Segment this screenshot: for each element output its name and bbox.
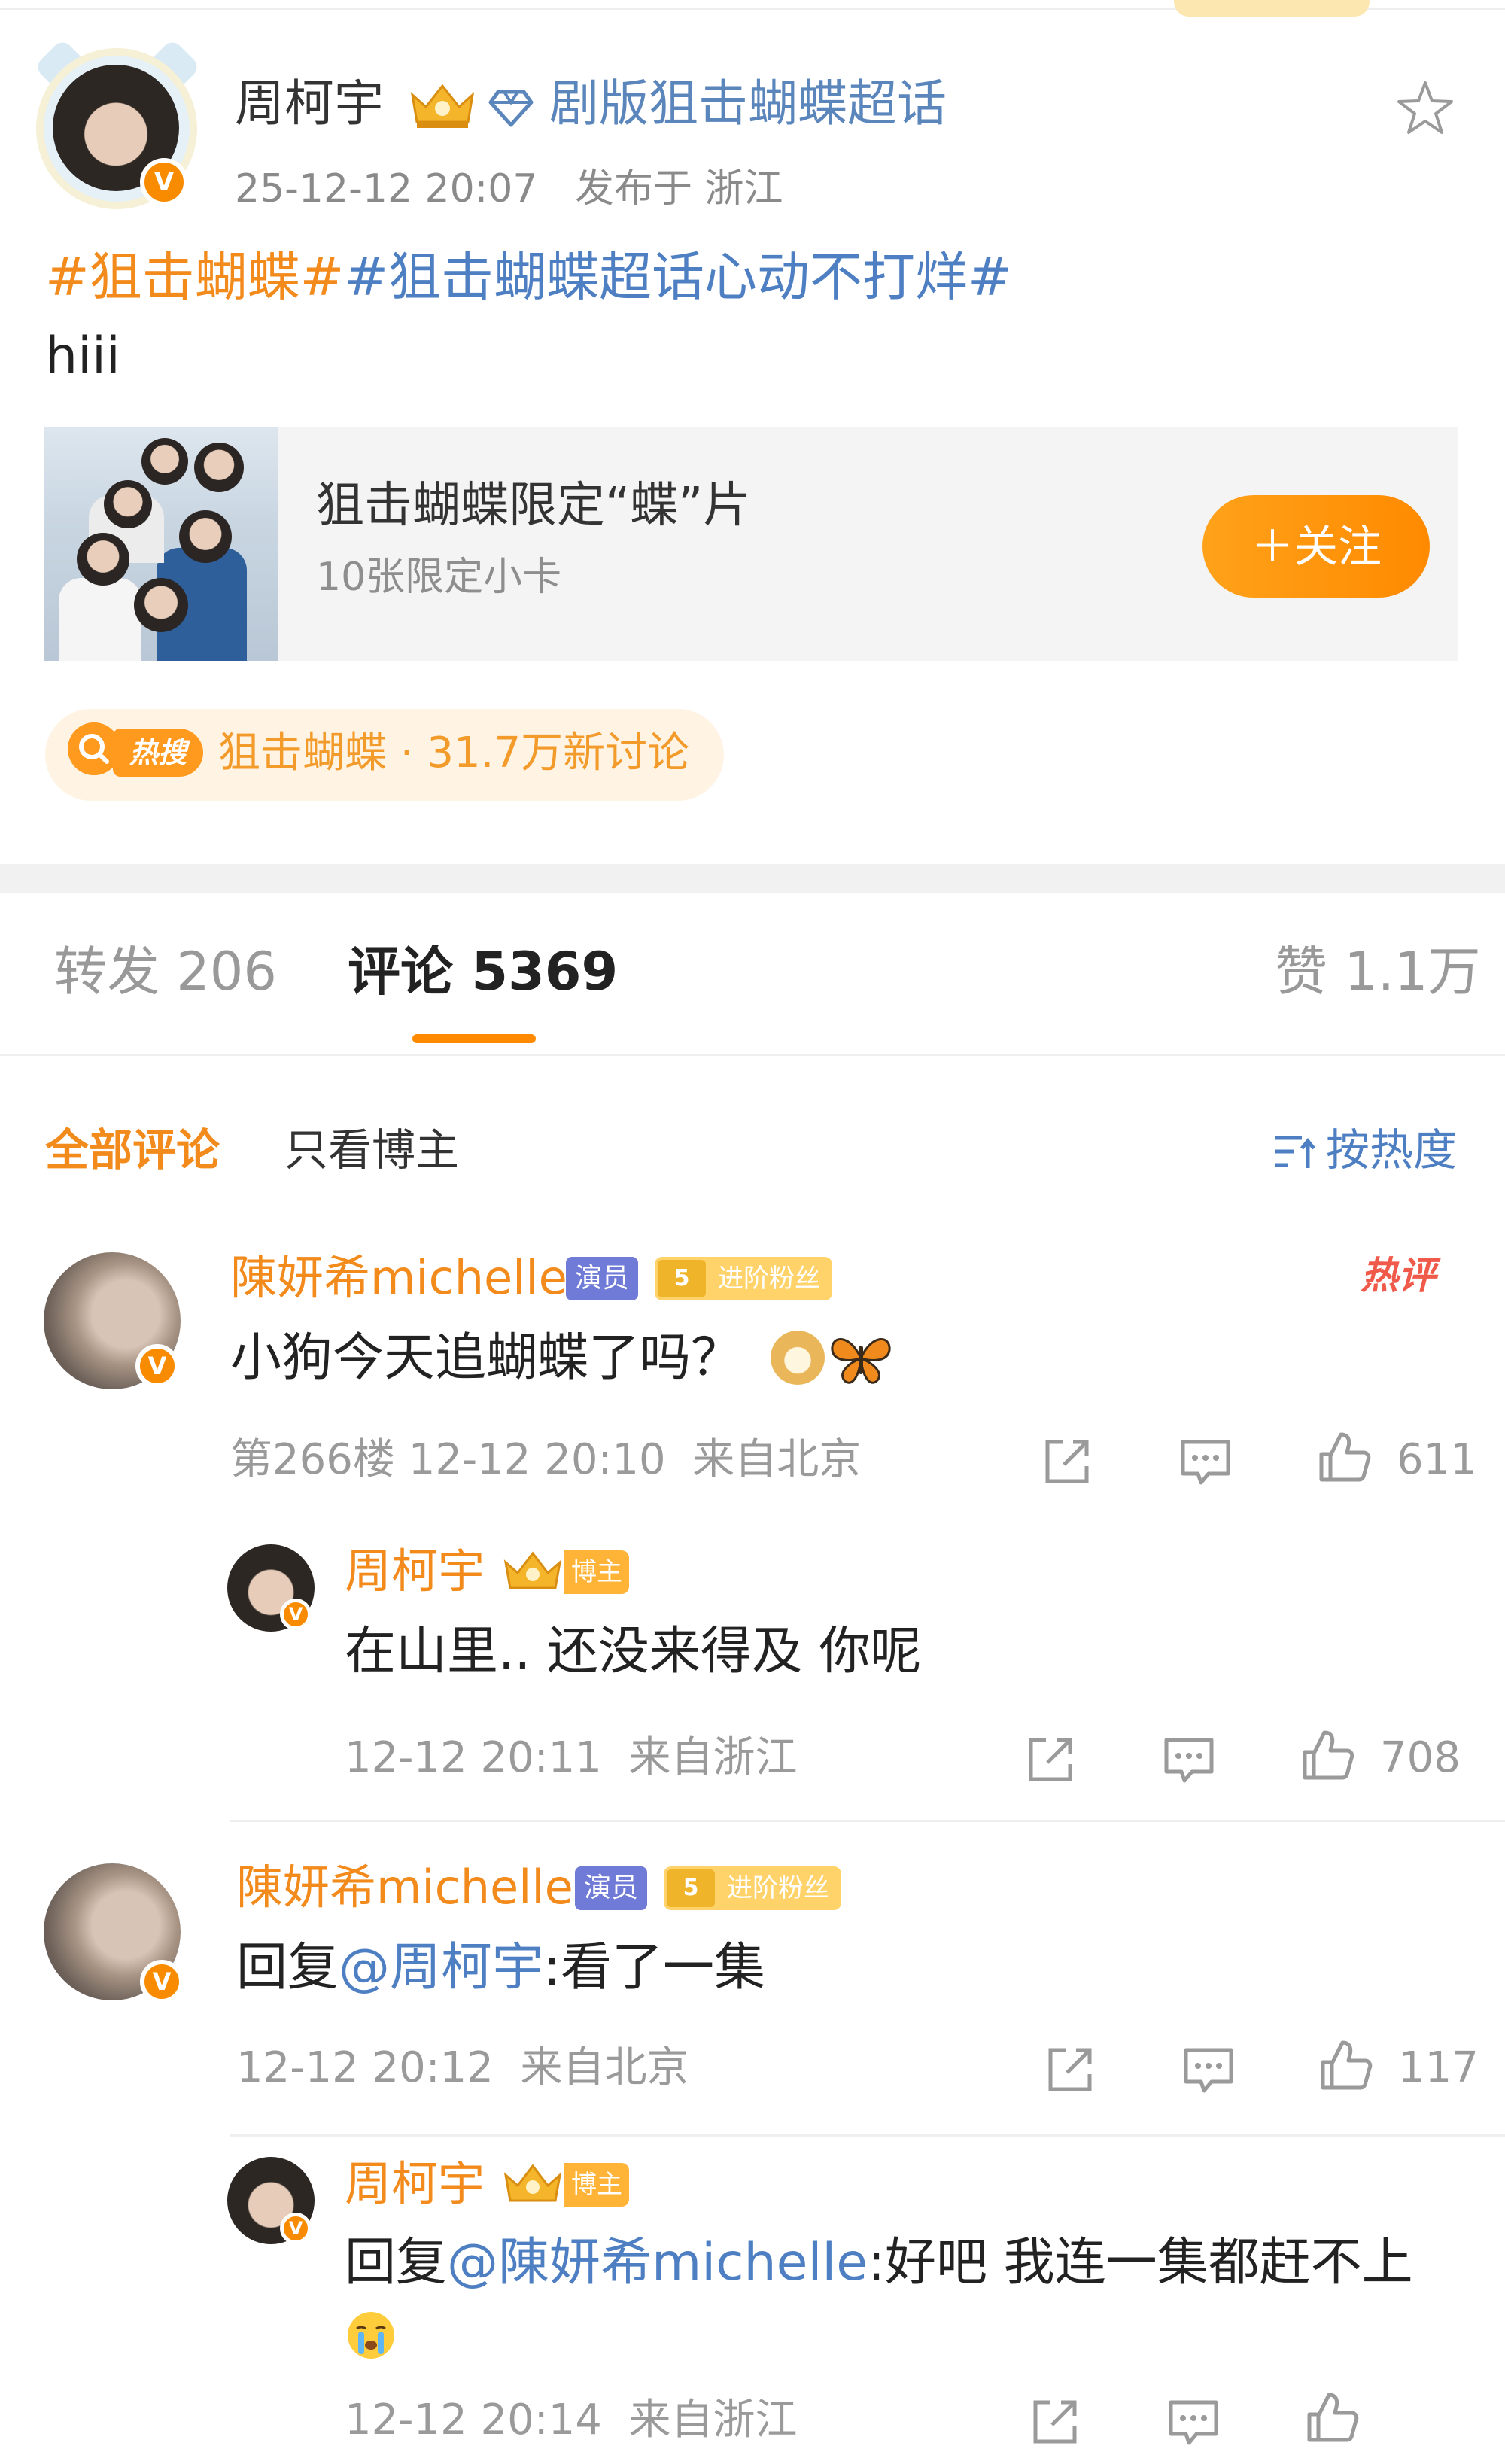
- comment-icon[interactable]: [1162, 1732, 1216, 1787]
- reply-location: 来自浙江: [628, 2396, 798, 2444]
- tab-repost[interactable]: 转发 206: [54, 938, 277, 1005]
- verified-badge: V: [140, 158, 188, 206]
- reply-meta: 12-12 20:14 来自浙江: [345, 2393, 798, 2447]
- verified-badge: V: [135, 1344, 179, 1388]
- share-icon[interactable]: [1043, 2043, 1097, 2097]
- commenter-name[interactable]: 陳妍希michelle: [236, 1857, 573, 1918]
- top-highlight: [1174, 0, 1370, 17]
- fan-level-badge: 5 进阶粉丝: [664, 1866, 841, 1910]
- share-icon[interactable]: [1023, 1732, 1078, 1787]
- reply-location: 来自浙江: [628, 1733, 798, 1782]
- post-hashtags: #狙击蝴蝶##狙击蝴蝶超话心动不打烊#: [45, 244, 1012, 310]
- fan-badge-label: 进阶粉丝: [727, 1873, 829, 1903]
- reply-meta: 12-12 20:11 来自浙江: [345, 1731, 798, 1785]
- verified-badge: V: [140, 1960, 184, 2003]
- promo-card-title: 狙击蝴蝶限定“蝶”片: [316, 478, 752, 534]
- post-author-name[interactable]: 周柯宇: [235, 72, 384, 135]
- reply-author-name[interactable]: 周柯宇: [345, 1541, 485, 1602]
- reply-text: 在山里.. 还没来得及 你呢: [345, 1622, 922, 1681]
- hashtag-link[interactable]: #狙击蝴蝶超话心动不打烊#: [344, 246, 1011, 308]
- fan-level-number: 5: [667, 1869, 715, 1907]
- post-location: 发布于 浙江: [575, 166, 783, 211]
- host-badge: 博主: [564, 1550, 629, 1594]
- comment-text: 小狗今天追蝴蝶了吗？: [230, 1328, 743, 1388]
- hot-search-badge: 热搜: [113, 729, 203, 777]
- comment-location: 来自北京: [692, 1435, 862, 1484]
- diamond-icon: [488, 90, 534, 127]
- fan-badge-label: 进阶粉丝: [718, 1264, 820, 1294]
- active-tab-indicator: [412, 1034, 536, 1043]
- like-count: 708: [1380, 1733, 1461, 1782]
- share-icon[interactable]: [1040, 1434, 1094, 1489]
- post-meta: 25-12-12 20:07 发布于 浙江: [235, 164, 783, 214]
- dog-emoji-icon: [771, 1331, 825, 1385]
- comment-divider: [230, 1820, 1505, 1822]
- promo-card-image: [44, 427, 278, 661]
- comment-icon[interactable]: [1178, 1434, 1233, 1489]
- comment-divider: [230, 2134, 1505, 2137]
- commenter-name[interactable]: 陳妍希michelle: [230, 1248, 567, 1308]
- comment-icon[interactable]: [1181, 2043, 1236, 2097]
- like-icon[interactable]: [1305, 2390, 1359, 2444]
- actor-badge: 演员: [566, 1257, 639, 1300]
- sort-by-hot[interactable]: 按热度: [1326, 1121, 1457, 1179]
- butterfly-emoji-icon: [831, 1338, 891, 1384]
- reply-time: 12-12 20:11: [345, 1733, 602, 1782]
- promo-card-subtitle: 10张限定小卡: [316, 555, 562, 600]
- reply-body: :好吧 我连一集都赶不上: [868, 2233, 1413, 2292]
- verified-badge: V: [280, 1599, 312, 1630]
- comment-time: 12-12 20:10: [408, 1435, 666, 1484]
- section-divider: [0, 864, 1505, 893]
- reply-text: 回复@陳妍希michelle:好吧 我连一集都赶不上: [345, 2229, 1413, 2297]
- comment-floor: 第266楼: [230, 1435, 395, 1484]
- filter-author-only[interactable]: 只看博主: [284, 1121, 459, 1179]
- reply-prefix: 回复: [345, 2233, 448, 2292]
- comment-location: 来自北京: [520, 2043, 689, 2092]
- star-icon[interactable]: [1395, 78, 1455, 138]
- mention-link[interactable]: @周柯宇: [339, 1938, 543, 1997]
- crown-icon: [503, 2164, 562, 2202]
- crown-icon: [410, 84, 475, 128]
- comment-time: 12-12 20:12: [236, 2043, 494, 2092]
- reply-time: 12-12 20:14: [345, 2396, 602, 2444]
- sort-icon[interactable]: [1272, 1132, 1315, 1171]
- supertopic-link[interactable]: 剧版狙击蝴蝶超话: [549, 72, 947, 135]
- filter-all-comments[interactable]: 全部评论: [45, 1121, 220, 1179]
- like-count: 117: [1398, 2043, 1479, 2092]
- follow-button[interactable]: ＋关注: [1202, 495, 1430, 598]
- comment-body: :看了一集: [543, 1938, 765, 1997]
- reply-author-name[interactable]: 周柯宇: [345, 2154, 485, 2214]
- comment-meta: 第266楼 12-12 20:10 来自北京: [230, 1433, 861, 1487]
- like-icon[interactable]: [1300, 1728, 1354, 1782]
- share-icon[interactable]: [1028, 2395, 1082, 2449]
- actor-badge: 演员: [575, 1866, 648, 1910]
- comment-meta: 12-12 20:12 来自北京: [236, 2041, 689, 2095]
- hot-search-text: 狙击蝴蝶 · 31.7万新讨论: [218, 729, 690, 777]
- crown-icon: [503, 1551, 562, 1589]
- tab-comments[interactable]: 评论 5369: [348, 938, 618, 1005]
- tabs-divider: [0, 1054, 1505, 1056]
- post-body-text: hiii: [45, 327, 120, 386]
- comment-text: 回复@周柯宇:看了一集: [236, 1934, 765, 2002]
- mention-link[interactable]: @陳妍希michelle: [447, 2233, 868, 2292]
- hot-comment-tag: 热评: [1361, 1254, 1436, 1297]
- like-icon[interactable]: [1317, 1430, 1371, 1484]
- fan-level-badge: 5 进阶粉丝: [655, 1257, 832, 1300]
- reply-prefix: 回复: [236, 1938, 339, 1997]
- hashtag-link[interactable]: #狙击蝴蝶#: [45, 246, 344, 308]
- fan-level-number: 5: [658, 1260, 706, 1297]
- like-count: 611: [1397, 1435, 1477, 1484]
- verified-badge: V: [280, 2213, 312, 2244]
- crying-emoji-icon: [348, 2312, 394, 2359]
- tab-likes[interactable]: 赞 1.1万: [1275, 938, 1481, 1005]
- comment-icon[interactable]: [1166, 2395, 1221, 2449]
- post-time: 25-12-12 20:07: [235, 166, 538, 211]
- host-badge: 博主: [564, 2163, 629, 2207]
- like-icon[interactable]: [1318, 2038, 1373, 2092]
